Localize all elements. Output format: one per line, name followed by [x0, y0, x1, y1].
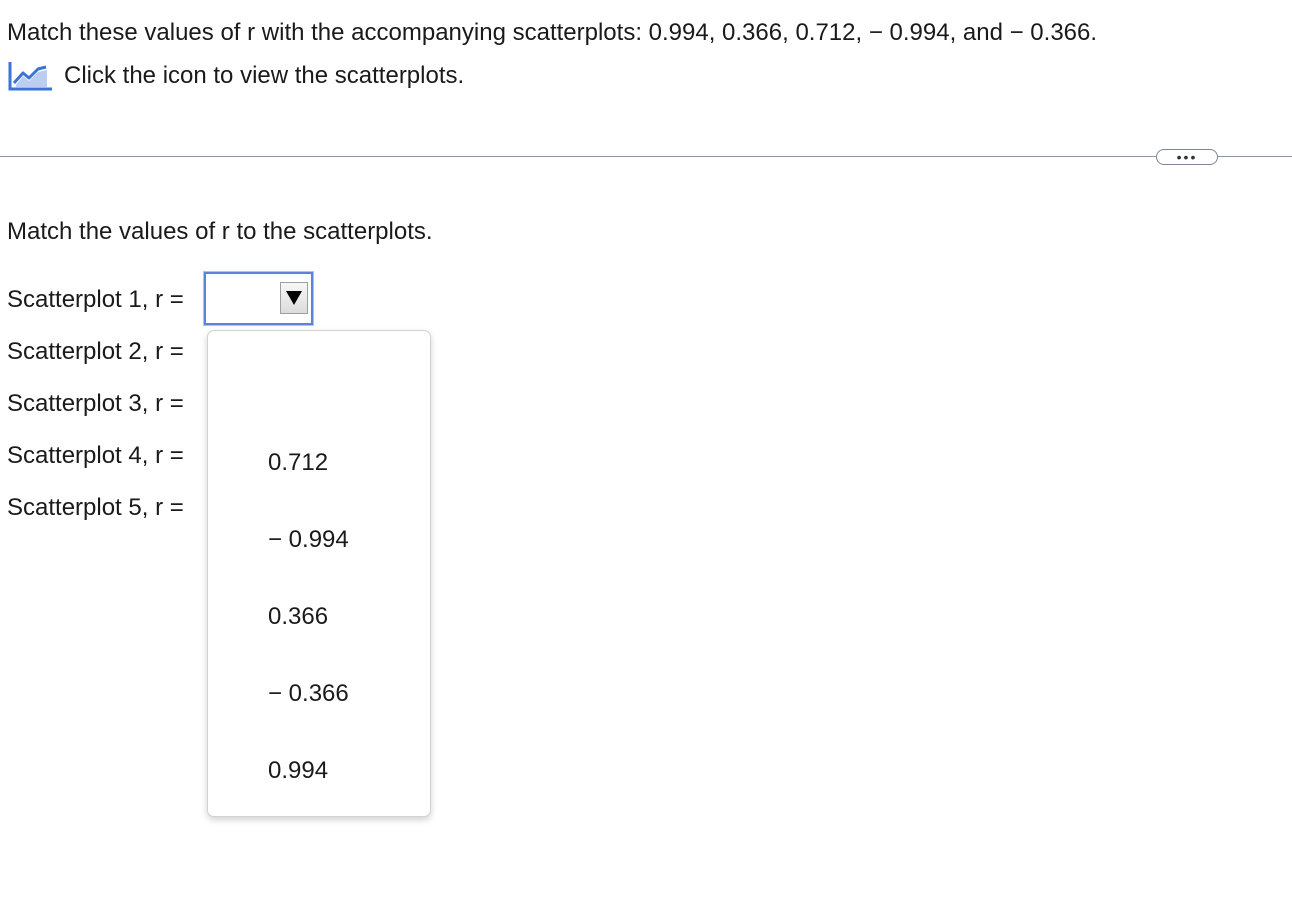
line-chart-icon[interactable]: [7, 58, 53, 94]
section-divider: [0, 156, 1292, 157]
scatterplot-1-label: Scatterplot 1, r =: [7, 286, 184, 313]
dropdown-option-label: 0.366: [268, 603, 329, 630]
instruction-text: Match the values of r to the scatterplot…: [7, 218, 433, 245]
scatterplot-1-select[interactable]: [204, 272, 313, 325]
dropdown-option[interactable]: − 0.994: [208, 520, 430, 560]
dropdown-option-label: − 0.366: [268, 680, 349, 707]
dropdown-option[interactable]: − 0.366: [208, 674, 430, 714]
dropdown-option-label: 0.712: [268, 449, 329, 476]
dropdown-option[interactable]: 0.712: [208, 443, 430, 483]
r-value-dropdown-list: 0.712 − 0.994 0.366 − 0.366 0.994: [207, 330, 431, 817]
more-options-button[interactable]: •••: [1156, 149, 1218, 165]
scatterplot-3-label: Scatterplot 3, r =: [7, 390, 184, 417]
scatterplot-2-label: Scatterplot 2, r =: [7, 338, 184, 365]
dropdown-option[interactable]: 0.994: [208, 751, 430, 791]
dropdown-option-label: 0.994: [268, 757, 329, 784]
question-text: Match these values of r with the accompa…: [7, 19, 1098, 46]
dropdown-option[interactable]: 0.366: [208, 597, 430, 637]
scatterplot-5-label: Scatterplot 5, r =: [7, 494, 184, 521]
scatterplot-link-row: Click the icon to view the scatterplots.: [7, 58, 464, 94]
dropdown-arrow-icon[interactable]: [280, 282, 308, 314]
dropdown-option-label: − 0.994: [268, 526, 349, 553]
scatterplot-4-label: Scatterplot 4, r =: [7, 442, 184, 469]
view-scatterplots-link[interactable]: Click the icon to view the scatterplots.: [64, 62, 464, 90]
